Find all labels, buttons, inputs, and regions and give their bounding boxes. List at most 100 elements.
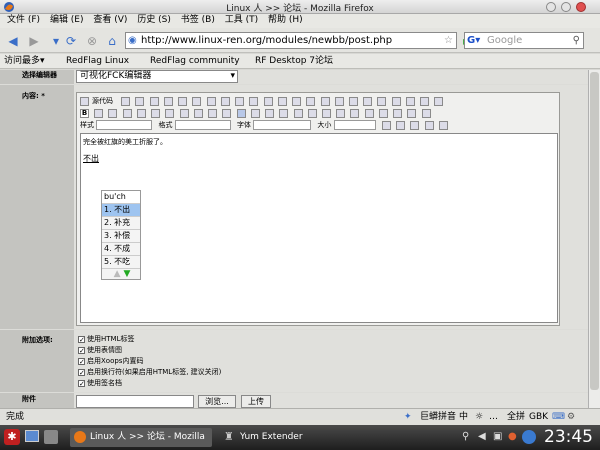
option-html[interactable]: ✓ 使用HTML标签: [78, 335, 134, 344]
flash-icon[interactable]: [350, 108, 360, 118]
ime-full-width-icon[interactable]: …: [489, 411, 498, 424]
close-button[interactable]: [576, 2, 586, 12]
arrow-up-icon[interactable]: ▲: [114, 269, 121, 279]
align-justify-icon[interactable]: [279, 108, 289, 118]
upload-button[interactable]: 上传: [241, 395, 271, 408]
desktop-icon[interactable]: [25, 430, 39, 442]
align-center-icon[interactable]: [250, 108, 260, 118]
ime-mode[interactable]: 中: [459, 411, 468, 424]
dropdown-icon[interactable]: ▾: [48, 33, 64, 49]
menu-view[interactable]: 查看 (V): [93, 14, 127, 27]
menu-help[interactable]: 帮助 (H): [268, 14, 303, 27]
files-icon[interactable]: [44, 430, 58, 444]
update-icon[interactable]: ●: [508, 431, 517, 442]
menu-tools[interactable]: 工具 (T): [225, 14, 258, 27]
bg-color-icon[interactable]: [396, 120, 406, 130]
reload-icon[interactable]: ⟳: [63, 33, 79, 49]
start-menu-icon[interactable]: ✱: [4, 429, 20, 445]
editor-type-select[interactable]: 可视化FCK编辑器 ▾: [76, 70, 238, 83]
bold-icon[interactable]: B: [80, 108, 89, 118]
blockquote-icon[interactable]: [222, 108, 232, 118]
unlink-icon[interactable]: [307, 108, 317, 118]
textarea-icon[interactable]: [377, 96, 387, 106]
menu-file[interactable]: 文件 (F): [7, 14, 40, 27]
subscript-icon[interactable]: [136, 108, 146, 118]
unordered-list-icon[interactable]: [179, 108, 189, 118]
menu-history[interactable]: 历史 (S): [137, 14, 171, 27]
url-bar[interactable]: ◉ http://www.linux-ren.org/modules/newbb…: [125, 32, 457, 49]
superscript-icon[interactable]: [151, 108, 161, 118]
underline-icon[interactable]: [108, 108, 118, 118]
bookmark-redflag-community[interactable]: RedFlag community: [150, 55, 240, 68]
bookmark-rf-desktop[interactable]: RF Desktop 7论坛: [255, 55, 333, 68]
clock[interactable]: 23:45: [544, 427, 593, 448]
menu-bookmarks[interactable]: 书签 (B): [181, 14, 215, 27]
radio-icon[interactable]: [348, 96, 358, 106]
format-select[interactable]: [174, 120, 231, 130]
smiley-icon[interactable]: [393, 108, 403, 118]
remove-format-icon[interactable]: [306, 96, 316, 106]
checkbox-icon[interactable]: ✓: [78, 357, 85, 365]
ime-candidate[interactable]: 1. 不出: [102, 204, 140, 217]
checkbox-icon[interactable]: [334, 96, 344, 106]
textfield-icon[interactable]: [363, 96, 373, 106]
ime-candidate[interactable]: 4. 不成: [102, 243, 140, 256]
maximize-editor-icon[interactable]: [410, 120, 420, 130]
show-blocks-icon[interactable]: [424, 120, 434, 130]
ime-punct-icon[interactable]: ☼: [475, 411, 483, 424]
anchor-icon[interactable]: [321, 108, 331, 118]
image-button-icon[interactable]: [420, 96, 430, 106]
select-field-icon[interactable]: [391, 96, 401, 106]
encoding[interactable]: GBK: [529, 411, 548, 424]
maximize-button[interactable]: [561, 2, 571, 12]
text-color-icon[interactable]: [381, 120, 391, 130]
page-break-icon[interactable]: [421, 108, 431, 118]
option-signature[interactable]: ✓ 使用签名档: [78, 379, 122, 388]
cut-icon[interactable]: [135, 96, 145, 106]
special-char-icon[interactable]: [407, 108, 417, 118]
font-select[interactable]: [253, 120, 312, 130]
indent-icon[interactable]: [208, 108, 218, 118]
table-icon[interactable]: [364, 108, 374, 118]
editor-content-area[interactable]: 完全被红旗的美工折服了。 不出 bu'ch 1. 不出 2. 补充 3. 补偿 …: [80, 133, 558, 323]
settings-icon[interactable]: ⚙: [567, 411, 575, 424]
spellcheck-icon[interactable]: [220, 96, 230, 106]
hidden-field-icon[interactable]: [434, 96, 444, 106]
keyboard-icon[interactable]: ⌨: [552, 411, 565, 424]
vertical-scrollbar[interactable]: [588, 70, 600, 408]
ime-candidate[interactable]: 3. 补偿: [102, 230, 140, 243]
paste-icon[interactable]: [163, 96, 173, 106]
task-firefox[interactable]: Linux 人 >> 论坛 - Mozilla Firefox: [70, 428, 212, 447]
ordered-list-icon[interactable]: [165, 108, 175, 118]
about-icon[interactable]: [438, 120, 448, 130]
checkbox-icon[interactable]: ✓: [78, 346, 85, 354]
align-left-icon[interactable]: [236, 108, 246, 118]
python-icon[interactable]: ⚲: [462, 431, 469, 442]
align-right-icon[interactable]: [265, 108, 275, 118]
option-linebreak[interactable]: ✓ 启用换行符(如果启用HTML标签, 建议关闭): [78, 368, 221, 377]
home-icon[interactable]: ⌂: [104, 33, 120, 49]
find-icon[interactable]: [263, 96, 273, 106]
checkbox-icon[interactable]: ✓: [78, 379, 85, 387]
option-smiley[interactable]: ✓ 使用表情图: [78, 346, 122, 355]
style-select[interactable]: [96, 120, 153, 130]
menu-edit[interactable]: 编辑 (E): [50, 14, 84, 27]
volume-icon[interactable]: ◀: [478, 431, 486, 442]
minimize-button[interactable]: [546, 2, 556, 12]
ime-candidate[interactable]: 2. 补充: [102, 217, 140, 230]
ime-name[interactable]: 巨蟒拼音: [420, 411, 456, 424]
source-icon[interactable]: [80, 96, 89, 106]
size-select[interactable]: [333, 120, 376, 130]
undo-icon[interactable]: [235, 96, 245, 106]
info-icon[interactable]: [522, 430, 536, 444]
option-xoops[interactable]: ✓ 启用Xoops内置码: [78, 357, 143, 366]
print-icon[interactable]: [206, 96, 216, 106]
file-path-input[interactable]: [76, 395, 194, 408]
network-icon[interactable]: ▣: [493, 431, 502, 442]
task-yumex[interactable]: ♜ Yum Extender 2.0.4: [220, 428, 320, 447]
browse-button[interactable]: 浏览...: [198, 395, 236, 408]
ime-width[interactable]: 全拼: [507, 411, 525, 424]
search-input[interactable]: G▾ Google ⚲: [464, 32, 584, 49]
scrollbar-thumb[interactable]: [590, 72, 599, 390]
search-icon[interactable]: ⚲: [573, 33, 580, 48]
